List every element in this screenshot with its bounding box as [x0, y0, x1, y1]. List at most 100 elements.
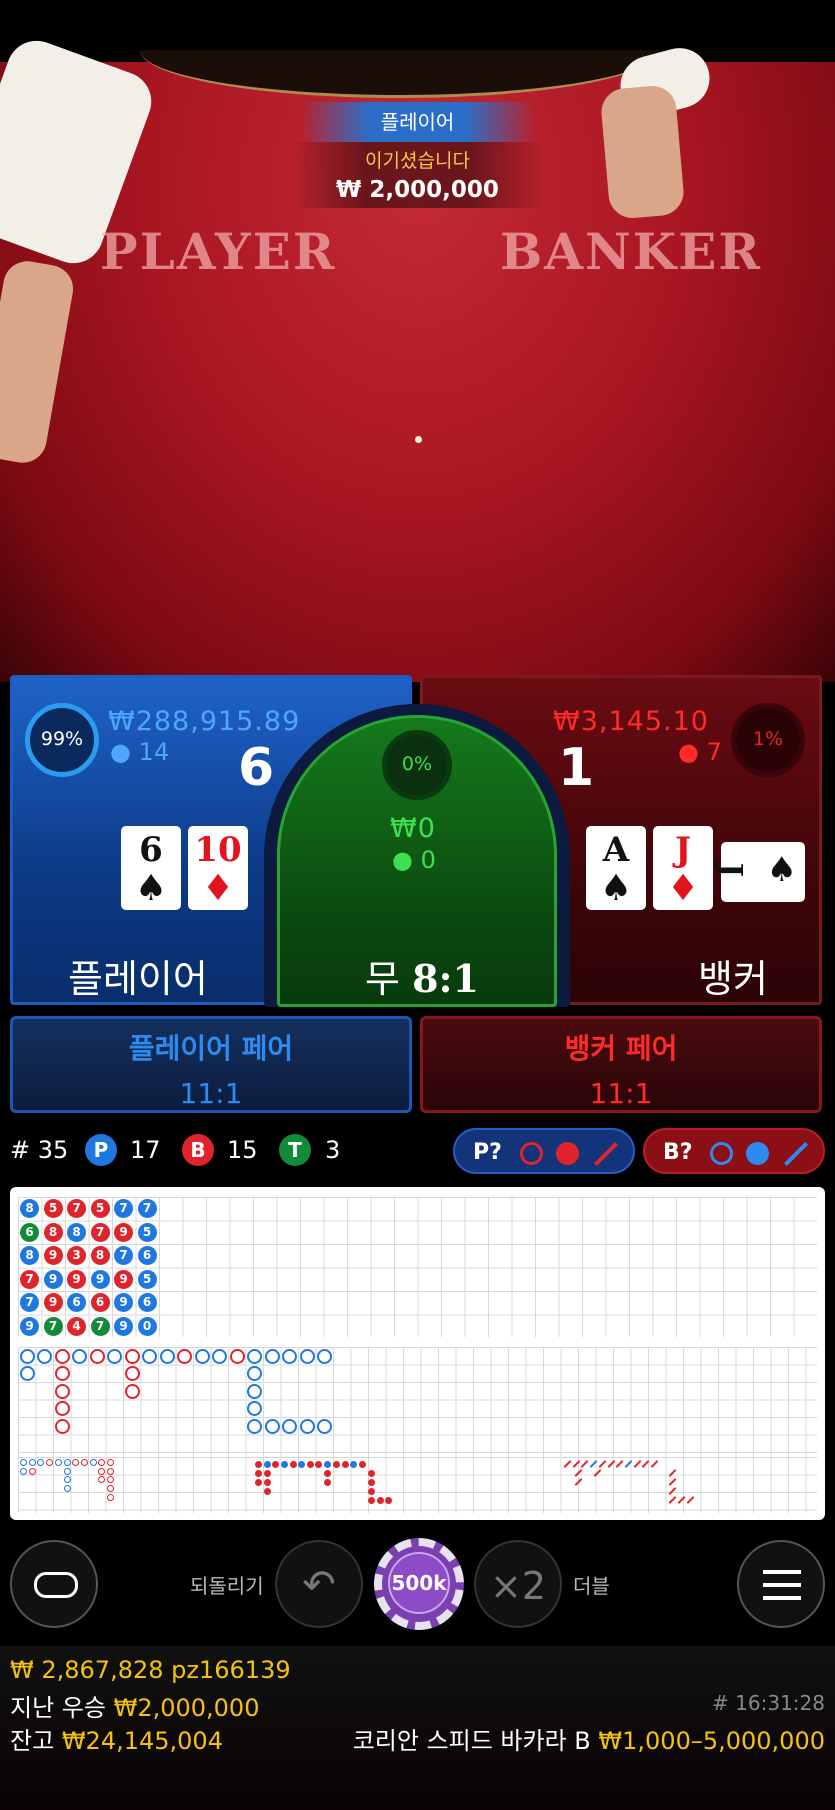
bead-road-cell: 8 — [90, 1246, 110, 1265]
table-light-dot — [415, 436, 422, 443]
slash-icon — [593, 1141, 619, 1167]
bead-road-cell: 6 — [137, 1293, 157, 1312]
double-button[interactable]: ×2 — [474, 1540, 562, 1628]
player-percent: 99% — [40, 728, 84, 750]
big-road-cell — [317, 1348, 332, 1364]
banker-pair-label: 뱅커 페어 — [564, 1032, 678, 1065]
big-eye-ring — [63, 1459, 71, 1466]
round-count: # 35 — [10, 1136, 69, 1164]
small-road-dot — [324, 1479, 331, 1486]
big-road-cell — [37, 1348, 52, 1364]
card-rank: 6 — [139, 830, 163, 870]
undo-button[interactable]: ↶ — [275, 1540, 363, 1628]
bead-road-cell: 9 — [114, 1293, 133, 1312]
cockroach-slash — [668, 1478, 677, 1486]
chip-value: 500k — [388, 1552, 450, 1614]
big-road-cell — [54, 1383, 70, 1399]
cockroach-slash — [593, 1469, 602, 1477]
cockroach-slash — [574, 1478, 583, 1486]
bead-road-cell: 9 — [43, 1246, 63, 1265]
lobby-icon — [34, 1572, 78, 1598]
small-road-dot — [263, 1479, 271, 1486]
footer-info: ₩ 2,867,828 pz166139 지난 우승 ₩2,000,000 잔고… — [0, 1646, 835, 1810]
tie-user-count: ● 0 — [392, 846, 436, 874]
small-road-dot — [255, 1479, 262, 1486]
small-road-dot — [272, 1461, 280, 1468]
tie-bet-spot[interactable]: 0% ₩0 ● 0 무 8:1 — [277, 715, 557, 1007]
balance-label: 잔고 — [10, 1727, 55, 1755]
bead-road-cell: 3 — [67, 1246, 86, 1265]
small-road-dot — [298, 1461, 305, 1468]
table-name: 코리안 스피드 바카라 B — [352, 1727, 591, 1755]
card-rank: 10 — [194, 830, 242, 870]
bead-road-cell: 7 — [114, 1246, 133, 1265]
win-label: 이기셨습니다 — [365, 150, 470, 172]
big-road-cell — [282, 1348, 297, 1364]
small-road-dot — [281, 1461, 289, 1468]
small-road-dot — [368, 1488, 375, 1495]
card-rank: A — [602, 830, 630, 870]
menu-button[interactable] — [737, 1540, 825, 1628]
cockroach-slash — [668, 1487, 677, 1495]
big-road-cell — [247, 1401, 262, 1416]
lobby-button[interactable] — [10, 1540, 98, 1628]
bead-road-cell: 7 — [114, 1199, 133, 1218]
player-user-count-value: 14 — [138, 738, 170, 766]
banker-pair-bet-spot[interactable]: 뱅커 페어 11:1 — [420, 1016, 822, 1113]
big-road-cell — [142, 1348, 157, 1364]
big-road-cell — [282, 1418, 297, 1434]
balance: 잔고 ₩24,145,004 — [10, 1721, 223, 1756]
chip-selector[interactable]: 500k — [374, 1538, 464, 1630]
filled-circle-icon — [746, 1142, 769, 1165]
big-eye-ring — [98, 1467, 106, 1475]
big-road-cell — [247, 1383, 262, 1399]
cockroach-slash — [572, 1460, 581, 1468]
bead-road-cell: 9 — [114, 1269, 133, 1289]
big-road-cell — [54, 1366, 70, 1381]
double-icon: ×2 — [489, 1564, 547, 1608]
big-road-cell — [299, 1418, 315, 1434]
big-eye-ring — [63, 1476, 71, 1484]
big-eye-ring — [107, 1476, 114, 1484]
player-user-count: ● 14 — [110, 738, 169, 766]
card-rank: J — [713, 862, 749, 878]
cockroach-slash — [677, 1496, 686, 1504]
spade-icon: ♠ — [599, 867, 633, 909]
felt-banker-text: BANKER — [500, 222, 762, 281]
player-pair-bet-spot[interactable]: 플레이어 페어 11:1 — [10, 1016, 412, 1113]
bead-road-cell: 5 — [137, 1222, 157, 1242]
tie-label: 무 8:1 — [365, 948, 479, 1003]
bead-road-cell: 7 — [90, 1222, 110, 1242]
tie-percent: 0% — [401, 753, 433, 775]
win-side-banner: 플레이어 — [300, 102, 535, 142]
recent-win: ₩ 2,867,828 pz166139 — [10, 1656, 291, 1684]
small-road-dot — [332, 1461, 340, 1468]
small-road-dot — [385, 1497, 393, 1504]
undo-icon: ↶ — [302, 1562, 336, 1608]
last-win: 지난 우승 ₩2,000,000 — [10, 1688, 259, 1723]
banker-score: 1 — [558, 738, 595, 798]
big-eye-ring — [46, 1459, 54, 1466]
small-road-dot — [289, 1461, 297, 1468]
user-icon: ● — [678, 738, 699, 766]
bead-road-cell: 5 — [137, 1269, 157, 1289]
small-road-dot — [255, 1461, 262, 1468]
big-eye-ring — [37, 1459, 45, 1466]
big-eye-ring — [107, 1467, 114, 1475]
derived-roads — [18, 1457, 817, 1513]
small-road-dot — [358, 1461, 366, 1468]
banker-predict-button[interactable]: B? — [643, 1128, 825, 1174]
banker-stake: ₩3,145.10 — [553, 706, 709, 737]
diamond-icon: ♦ — [666, 867, 700, 909]
bead-road-cell: 9 — [90, 1269, 110, 1289]
big-eye-ring — [107, 1485, 114, 1493]
player-predict-button[interactable]: P? — [453, 1128, 635, 1174]
small-road-dot — [368, 1497, 375, 1504]
big-road-cell — [299, 1348, 315, 1364]
scoreboard-roadmap[interactable]: 868779589997783964578967797999756560 — [10, 1187, 825, 1520]
player-pair-label: 플레이어 페어 — [128, 1032, 294, 1065]
big-road-cell — [177, 1348, 192, 1364]
small-road-dot — [263, 1488, 271, 1495]
dealer-left-hand — [0, 257, 77, 467]
cockroach-slash — [686, 1496, 695, 1504]
